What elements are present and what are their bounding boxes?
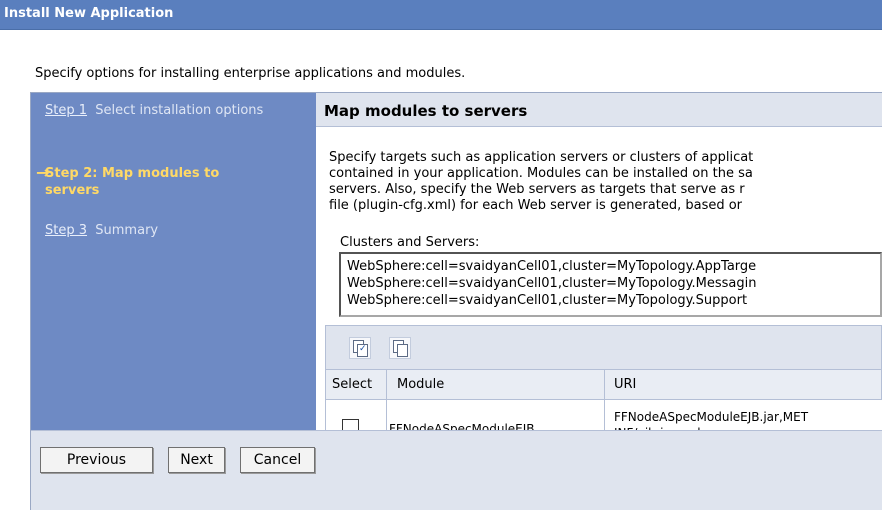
clusters-listbox[interactable]: WebSphere:cell=svaidyanCell01,cluster=My… bbox=[339, 252, 882, 317]
description-line: contained in your application. Modules c… bbox=[329, 166, 753, 181]
intro-text: Specify options for installing enterpris… bbox=[35, 66, 466, 81]
deselect-all-button[interactable] bbox=[389, 337, 411, 359]
panel-title: Map modules to servers bbox=[324, 102, 528, 120]
clusters-label: Clusters and Servers: bbox=[340, 235, 480, 250]
column-select: Select bbox=[332, 377, 373, 392]
description-line: file (plugin-cfg.xml) for each Web serve… bbox=[329, 198, 743, 213]
uri-cell-line1: FFNodeASpecModuleEJB.jar,MET bbox=[614, 410, 809, 424]
panel-description: Specify targets such as application serv… bbox=[329, 150, 882, 214]
column-divider bbox=[604, 370, 605, 430]
select-all-button[interactable]: ✓ bbox=[349, 337, 371, 359]
step-1-link[interactable]: Step 1 bbox=[45, 103, 87, 118]
wizard-footer bbox=[31, 430, 882, 510]
description-line: Specify targets such as application serv… bbox=[329, 150, 754, 165]
description-line: servers. Also, specify the Web servers a… bbox=[329, 182, 745, 197]
panel-header: Map modules to servers bbox=[316, 93, 882, 127]
column-module: Module bbox=[397, 377, 445, 392]
title-bar: Install New Application bbox=[0, 0, 882, 30]
cluster-option[interactable]: WebSphere:cell=svaidyanCell01,cluster=My… bbox=[341, 275, 880, 292]
column-uri: URI bbox=[614, 377, 637, 392]
step-3-text: Summary bbox=[95, 223, 159, 238]
window-title: Install New Application bbox=[4, 6, 174, 21]
step-2-current: Step 2: Map modules to servers bbox=[45, 166, 220, 198]
table-toolbar: ✓ bbox=[325, 325, 882, 370]
cluster-option[interactable]: WebSphere:cell=svaidyanCell01,cluster=My… bbox=[341, 254, 880, 275]
cancel-button[interactable]: Cancel bbox=[240, 447, 315, 473]
step-3[interactable]: Step 3 Summary bbox=[45, 222, 158, 239]
cluster-option[interactable]: WebSphere:cell=svaidyanCell01,cluster=My… bbox=[341, 292, 880, 309]
column-divider bbox=[386, 370, 387, 430]
previous-button[interactable]: Previous bbox=[40, 447, 153, 473]
step-1[interactable]: Step 1 Select installation options bbox=[45, 102, 275, 119]
step-3-link[interactable]: Step 3 bbox=[45, 223, 87, 238]
step-1-text: Select installation options bbox=[95, 103, 264, 118]
steps-sidebar bbox=[31, 93, 316, 430]
next-button[interactable]: Next bbox=[168, 447, 225, 473]
